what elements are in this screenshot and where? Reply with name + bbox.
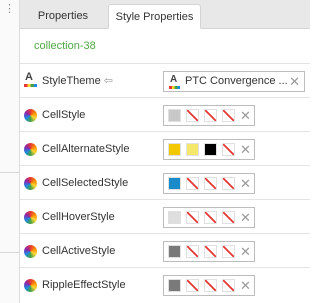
color-swatch[interactable] xyxy=(204,143,217,156)
clear-x-icon[interactable]: ✕ xyxy=(239,143,252,156)
empty-swatch[interactable] xyxy=(204,109,217,122)
empty-swatch[interactable] xyxy=(222,279,235,292)
empty-swatch[interactable] xyxy=(204,177,217,190)
color-swatch[interactable] xyxy=(168,245,181,258)
row-label: CellActiveStyle xyxy=(42,245,116,257)
style-swatch-picker[interactable]: ✕ xyxy=(163,241,255,262)
empty-swatch[interactable] xyxy=(222,143,235,156)
row-label: CellStyle xyxy=(42,109,86,121)
strip-divider xyxy=(0,252,19,253)
clear-x-icon[interactable]: ✕ xyxy=(239,245,252,258)
color-wheel-icon xyxy=(24,211,37,224)
clear-x-icon[interactable]: ✕ xyxy=(239,279,252,292)
empty-swatch[interactable] xyxy=(186,279,199,292)
style-row: CellSelectedStyle ✕ xyxy=(20,165,310,199)
strip-divider xyxy=(0,172,19,173)
empty-swatch[interactable] xyxy=(186,211,199,224)
style-swatch-picker[interactable]: ✕ xyxy=(163,139,255,160)
row-label: CellAlternateStyle xyxy=(42,143,130,155)
color-swatch[interactable] xyxy=(168,143,181,156)
style-properties-panel: ⋮ Properties Style Properties collection… xyxy=(0,0,310,303)
style-row: CellAlternateStyle ✕ xyxy=(20,131,310,165)
tab-properties[interactable]: Properties xyxy=(24,4,102,29)
tab-bar: Properties Style Properties xyxy=(20,0,310,29)
style-row: CellActiveStyle ✕ xyxy=(20,233,310,267)
style-theme-select[interactable]: A PTC Convergence ... ✕ xyxy=(163,71,305,92)
link-arrow-icon[interactable]: ⇦ xyxy=(104,75,113,87)
color-swatch[interactable] xyxy=(168,109,181,122)
row-style-theme: A StyleTheme ⇦ A PTC Convergence ... ✕ xyxy=(20,63,310,97)
empty-swatch[interactable] xyxy=(204,245,217,258)
empty-swatch[interactable] xyxy=(186,109,199,122)
empty-swatch[interactable] xyxy=(204,211,217,224)
color-wheel-icon xyxy=(24,109,37,122)
empty-swatch[interactable] xyxy=(222,109,235,122)
row-label: CellSelectedStyle xyxy=(42,177,129,189)
style-theme-icon: A xyxy=(169,75,181,89)
row-label: RippleEffectStyle xyxy=(42,279,126,291)
row-label: StyleTheme ⇦ xyxy=(42,75,113,87)
clear-x-icon[interactable]: ✕ xyxy=(289,72,300,91)
clear-x-icon[interactable]: ✕ xyxy=(239,109,252,122)
style-swatch-picker[interactable]: ✕ xyxy=(163,207,255,228)
style-row: CellStyle ✕ xyxy=(20,97,310,131)
clear-x-icon[interactable]: ✕ xyxy=(239,211,252,224)
style-theme-value: PTC Convergence ... xyxy=(185,75,287,87)
color-wheel-icon xyxy=(24,143,37,156)
style-row: CellHoverStyle ✕ xyxy=(20,199,310,233)
style-swatch-picker[interactable]: ✕ xyxy=(163,173,255,194)
empty-swatch[interactable] xyxy=(204,279,217,292)
empty-swatch[interactable] xyxy=(222,211,235,224)
left-panel-strip: ⋮ xyxy=(0,0,20,303)
grip-icon[interactable]: ⋮ xyxy=(4,4,15,15)
row-label: CellHoverStyle xyxy=(42,211,115,223)
color-swatch[interactable] xyxy=(168,211,181,224)
tab-style-properties[interactable]: Style Properties xyxy=(108,4,201,29)
empty-swatch[interactable] xyxy=(186,245,199,258)
clear-x-icon[interactable]: ✕ xyxy=(239,177,252,190)
color-wheel-icon xyxy=(24,279,37,292)
style-swatch-picker[interactable]: ✕ xyxy=(163,105,255,126)
color-wheel-icon xyxy=(24,245,37,258)
empty-swatch[interactable] xyxy=(186,177,199,190)
empty-swatch[interactable] xyxy=(222,245,235,258)
style-theme-icon: A xyxy=(24,72,37,88)
style-swatch-picker[interactable]: ✕ xyxy=(163,275,255,296)
color-wheel-icon xyxy=(24,177,37,190)
color-swatch[interactable] xyxy=(168,177,181,190)
widget-name: collection-38 xyxy=(34,40,96,52)
style-row: RippleEffectStyle ✕ xyxy=(20,267,310,301)
empty-swatch[interactable] xyxy=(222,177,235,190)
color-swatch[interactable] xyxy=(168,279,181,292)
color-swatch[interactable] xyxy=(186,143,199,156)
